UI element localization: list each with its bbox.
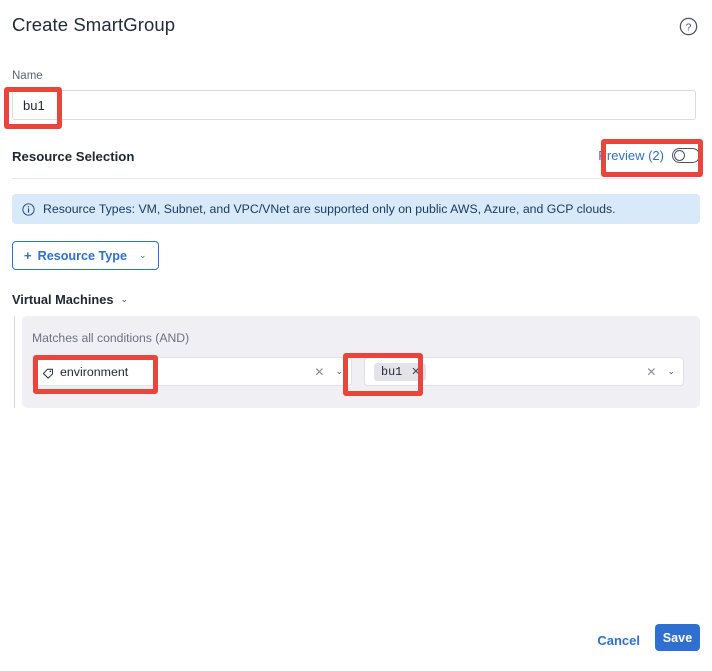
chip-remove-icon[interactable]: ✕ (411, 365, 420, 378)
matches-conditions-label: Matches all conditions (AND) (32, 331, 190, 345)
condition-value-field[interactable]: bu1 ✕ ✕ ⌄ (364, 357, 684, 386)
save-button[interactable]: Save (655, 624, 700, 651)
cancel-button[interactable]: Cancel (593, 627, 644, 654)
clear-icon[interactable]: ✕ (646, 366, 656, 378)
svg-text:?: ? (686, 23, 692, 34)
name-field-label: Name (12, 70, 43, 82)
page-title: Create SmartGroup (12, 14, 176, 35)
resource-group-title: Virtual Machines (12, 292, 114, 307)
resource-selection-title: Resource Selection (12, 149, 135, 164)
help-icon[interactable]: ? (679, 17, 698, 36)
condition-key-content: environment (42, 358, 128, 385)
name-input[interactable] (12, 90, 696, 120)
value-chip[interactable]: bu1 ✕ (374, 362, 427, 381)
chevron-down-icon: ⌄ (138, 250, 147, 260)
condition-key-field[interactable]: environment ✕ ⌄ (32, 357, 352, 386)
chevron-down-icon[interactable]: ⌄ (120, 294, 128, 305)
chevron-down-icon[interactable]: ⌄ (335, 367, 343, 376)
condition-key-text: environment (60, 364, 129, 379)
chevron-down-icon[interactable]: ⌄ (667, 367, 675, 376)
dialog-header: Create SmartGroup ? (0, 0, 712, 58)
section-divider (12, 178, 696, 179)
preview-label[interactable]: Preview (2) (598, 148, 664, 163)
group-rail (14, 316, 15, 408)
conditions-panel: Matches all conditions (AND) environment… (22, 316, 700, 408)
clear-icon[interactable]: ✕ (314, 366, 324, 378)
resource-group-header[interactable]: Virtual Machines ⌄ (12, 292, 128, 307)
condition-key-actions: ✕ ⌄ (314, 358, 343, 385)
condition-value-actions: ✕ ⌄ (646, 358, 675, 385)
preview-toggle[interactable] (672, 148, 700, 163)
toggle-knob (674, 149, 685, 161)
tag-icon (42, 366, 54, 379)
dialog-footer: Cancel Save (0, 613, 712, 671)
info-banner: Resource Types: VM, Subnet, and VPC/VNet… (12, 194, 700, 224)
condition-value-content: bu1 ✕ (374, 358, 427, 385)
preview-control[interactable]: Preview (2) (598, 148, 700, 163)
info-banner-text: Resource Types: VM, Subnet, and VPC/VNet… (43, 202, 616, 216)
resource-type-label: Resource Type (37, 248, 127, 263)
info-circle-icon (22, 202, 35, 216)
add-resource-type-button[interactable]: + Resource Type ⌄ (12, 241, 159, 270)
plus-icon: + (24, 248, 32, 263)
value-chip-label: bu1 (381, 364, 403, 379)
resource-selection-header: Resource Selection Preview (2) (0, 146, 712, 179)
